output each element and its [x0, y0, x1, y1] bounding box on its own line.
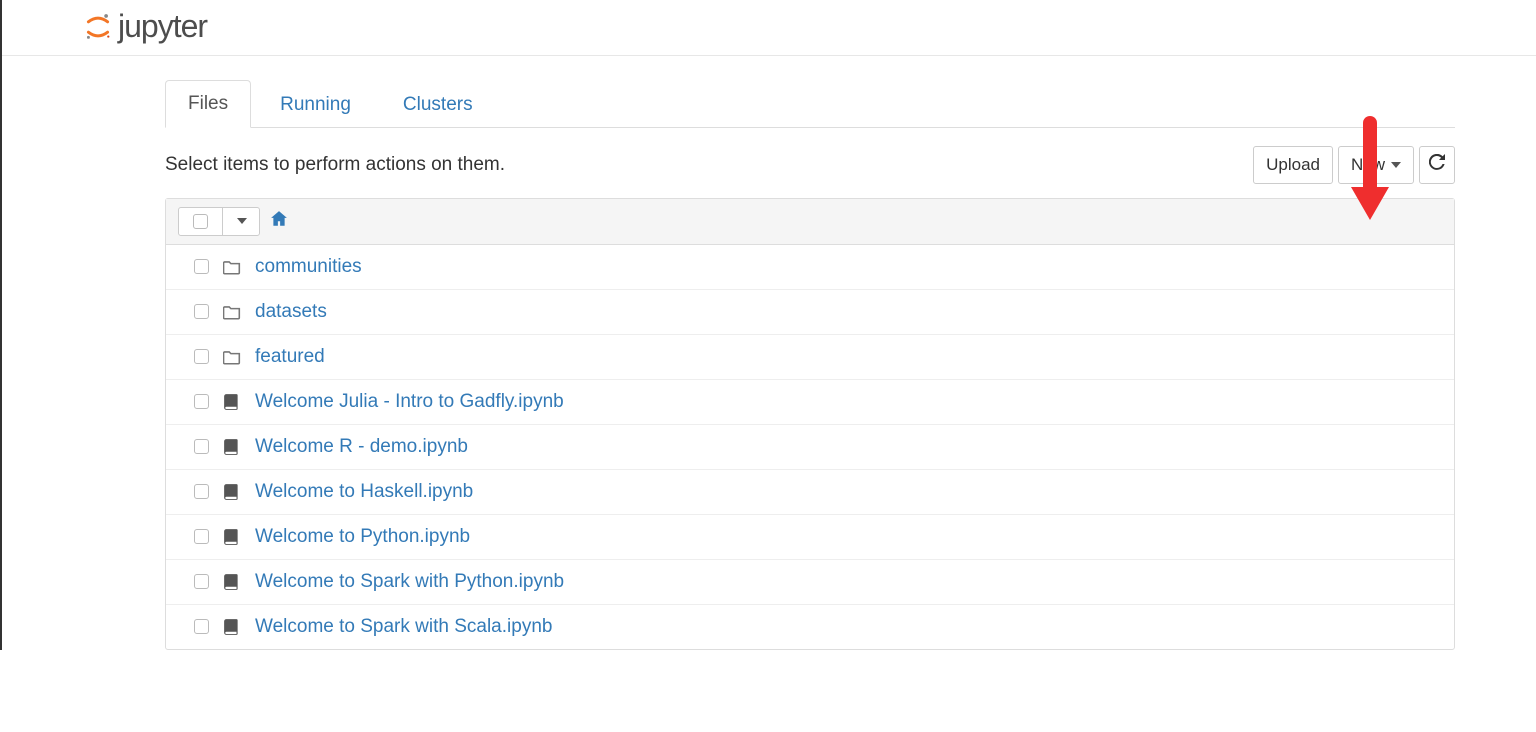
item-checkbox[interactable] [194, 574, 209, 589]
list-item: Welcome R - demo.ipynb [166, 425, 1454, 470]
breadcrumb-row [166, 199, 1454, 245]
new-button[interactable]: New [1338, 146, 1414, 184]
item-link[interactable]: Welcome to Python.ipynb [255, 526, 470, 548]
list-item: Welcome to Python.ipynb [166, 515, 1454, 560]
caret-down-icon [1391, 162, 1401, 168]
select-dropdown[interactable] [223, 208, 259, 235]
folder-icon [223, 258, 241, 276]
list-item: Welcome to Spark with Scala.ipynb [166, 605, 1454, 649]
upload-button[interactable]: Upload [1253, 146, 1333, 184]
helper-text: Select items to perform actions on them. [165, 154, 505, 176]
list-item: Welcome Julia - Intro to Gadfly.ipynb [166, 380, 1454, 425]
notebook-icon [223, 618, 241, 636]
item-link[interactable]: Welcome R - demo.ipynb [255, 436, 468, 458]
tab-clusters[interactable]: Clusters [380, 81, 496, 128]
refresh-button[interactable] [1419, 146, 1455, 184]
select-all-group [178, 207, 260, 236]
item-checkbox[interactable] [194, 619, 209, 634]
list-item: communities [166, 245, 1454, 290]
list-item: Welcome to Haskell.ipynb [166, 470, 1454, 515]
action-buttons: Upload New [1253, 146, 1455, 184]
jupyter-logo[interactable]: jupyter [84, 8, 1536, 45]
item-link[interactable]: Welcome to Spark with Python.ipynb [255, 571, 564, 593]
new-button-label: New [1351, 153, 1385, 177]
folder-icon [223, 348, 241, 366]
app-header: jupyter [2, 0, 1536, 56]
list-item: datasets [166, 290, 1454, 335]
notebook-icon [223, 528, 241, 546]
item-checkbox[interactable] [194, 439, 209, 454]
item-link[interactable]: communities [255, 256, 362, 278]
logo-text: jupyter [118, 8, 207, 45]
jupyter-icon [84, 13, 112, 41]
tab-files[interactable]: Files [165, 80, 251, 128]
item-checkbox[interactable] [194, 394, 209, 409]
notebook-icon [223, 393, 241, 411]
item-link[interactable]: Welcome to Spark with Scala.ipynb [255, 616, 552, 638]
item-link[interactable]: Welcome to Haskell.ipynb [255, 481, 473, 503]
item-checkbox[interactable] [194, 259, 209, 274]
notebook-icon [223, 573, 241, 591]
toolbar: Select items to perform actions on them.… [165, 128, 1455, 198]
tab-running[interactable]: Running [257, 81, 374, 128]
home-icon[interactable] [270, 210, 288, 233]
item-checkbox[interactable] [194, 349, 209, 364]
item-link[interactable]: featured [255, 346, 325, 368]
refresh-icon [1429, 153, 1445, 177]
file-browser: communities datasets featured Welcome Julia… [165, 198, 1455, 650]
list-item: featured [166, 335, 1454, 380]
item-link[interactable]: Welcome Julia - Intro to Gadfly.ipynb [255, 391, 564, 413]
select-all-checkbox-cell[interactable] [179, 208, 223, 235]
caret-down-icon [237, 218, 247, 224]
notebook-icon [223, 483, 241, 501]
item-checkbox[interactable] [194, 529, 209, 544]
list-item: Welcome to Spark with Python.ipynb [166, 560, 1454, 605]
select-all-checkbox[interactable] [193, 214, 208, 229]
main-tabs: Files Running Clusters [165, 80, 1455, 128]
item-checkbox[interactable] [194, 484, 209, 499]
item-checkbox[interactable] [194, 304, 209, 319]
notebook-icon [223, 438, 241, 456]
item-link[interactable]: datasets [255, 301, 327, 323]
folder-icon [223, 303, 241, 321]
